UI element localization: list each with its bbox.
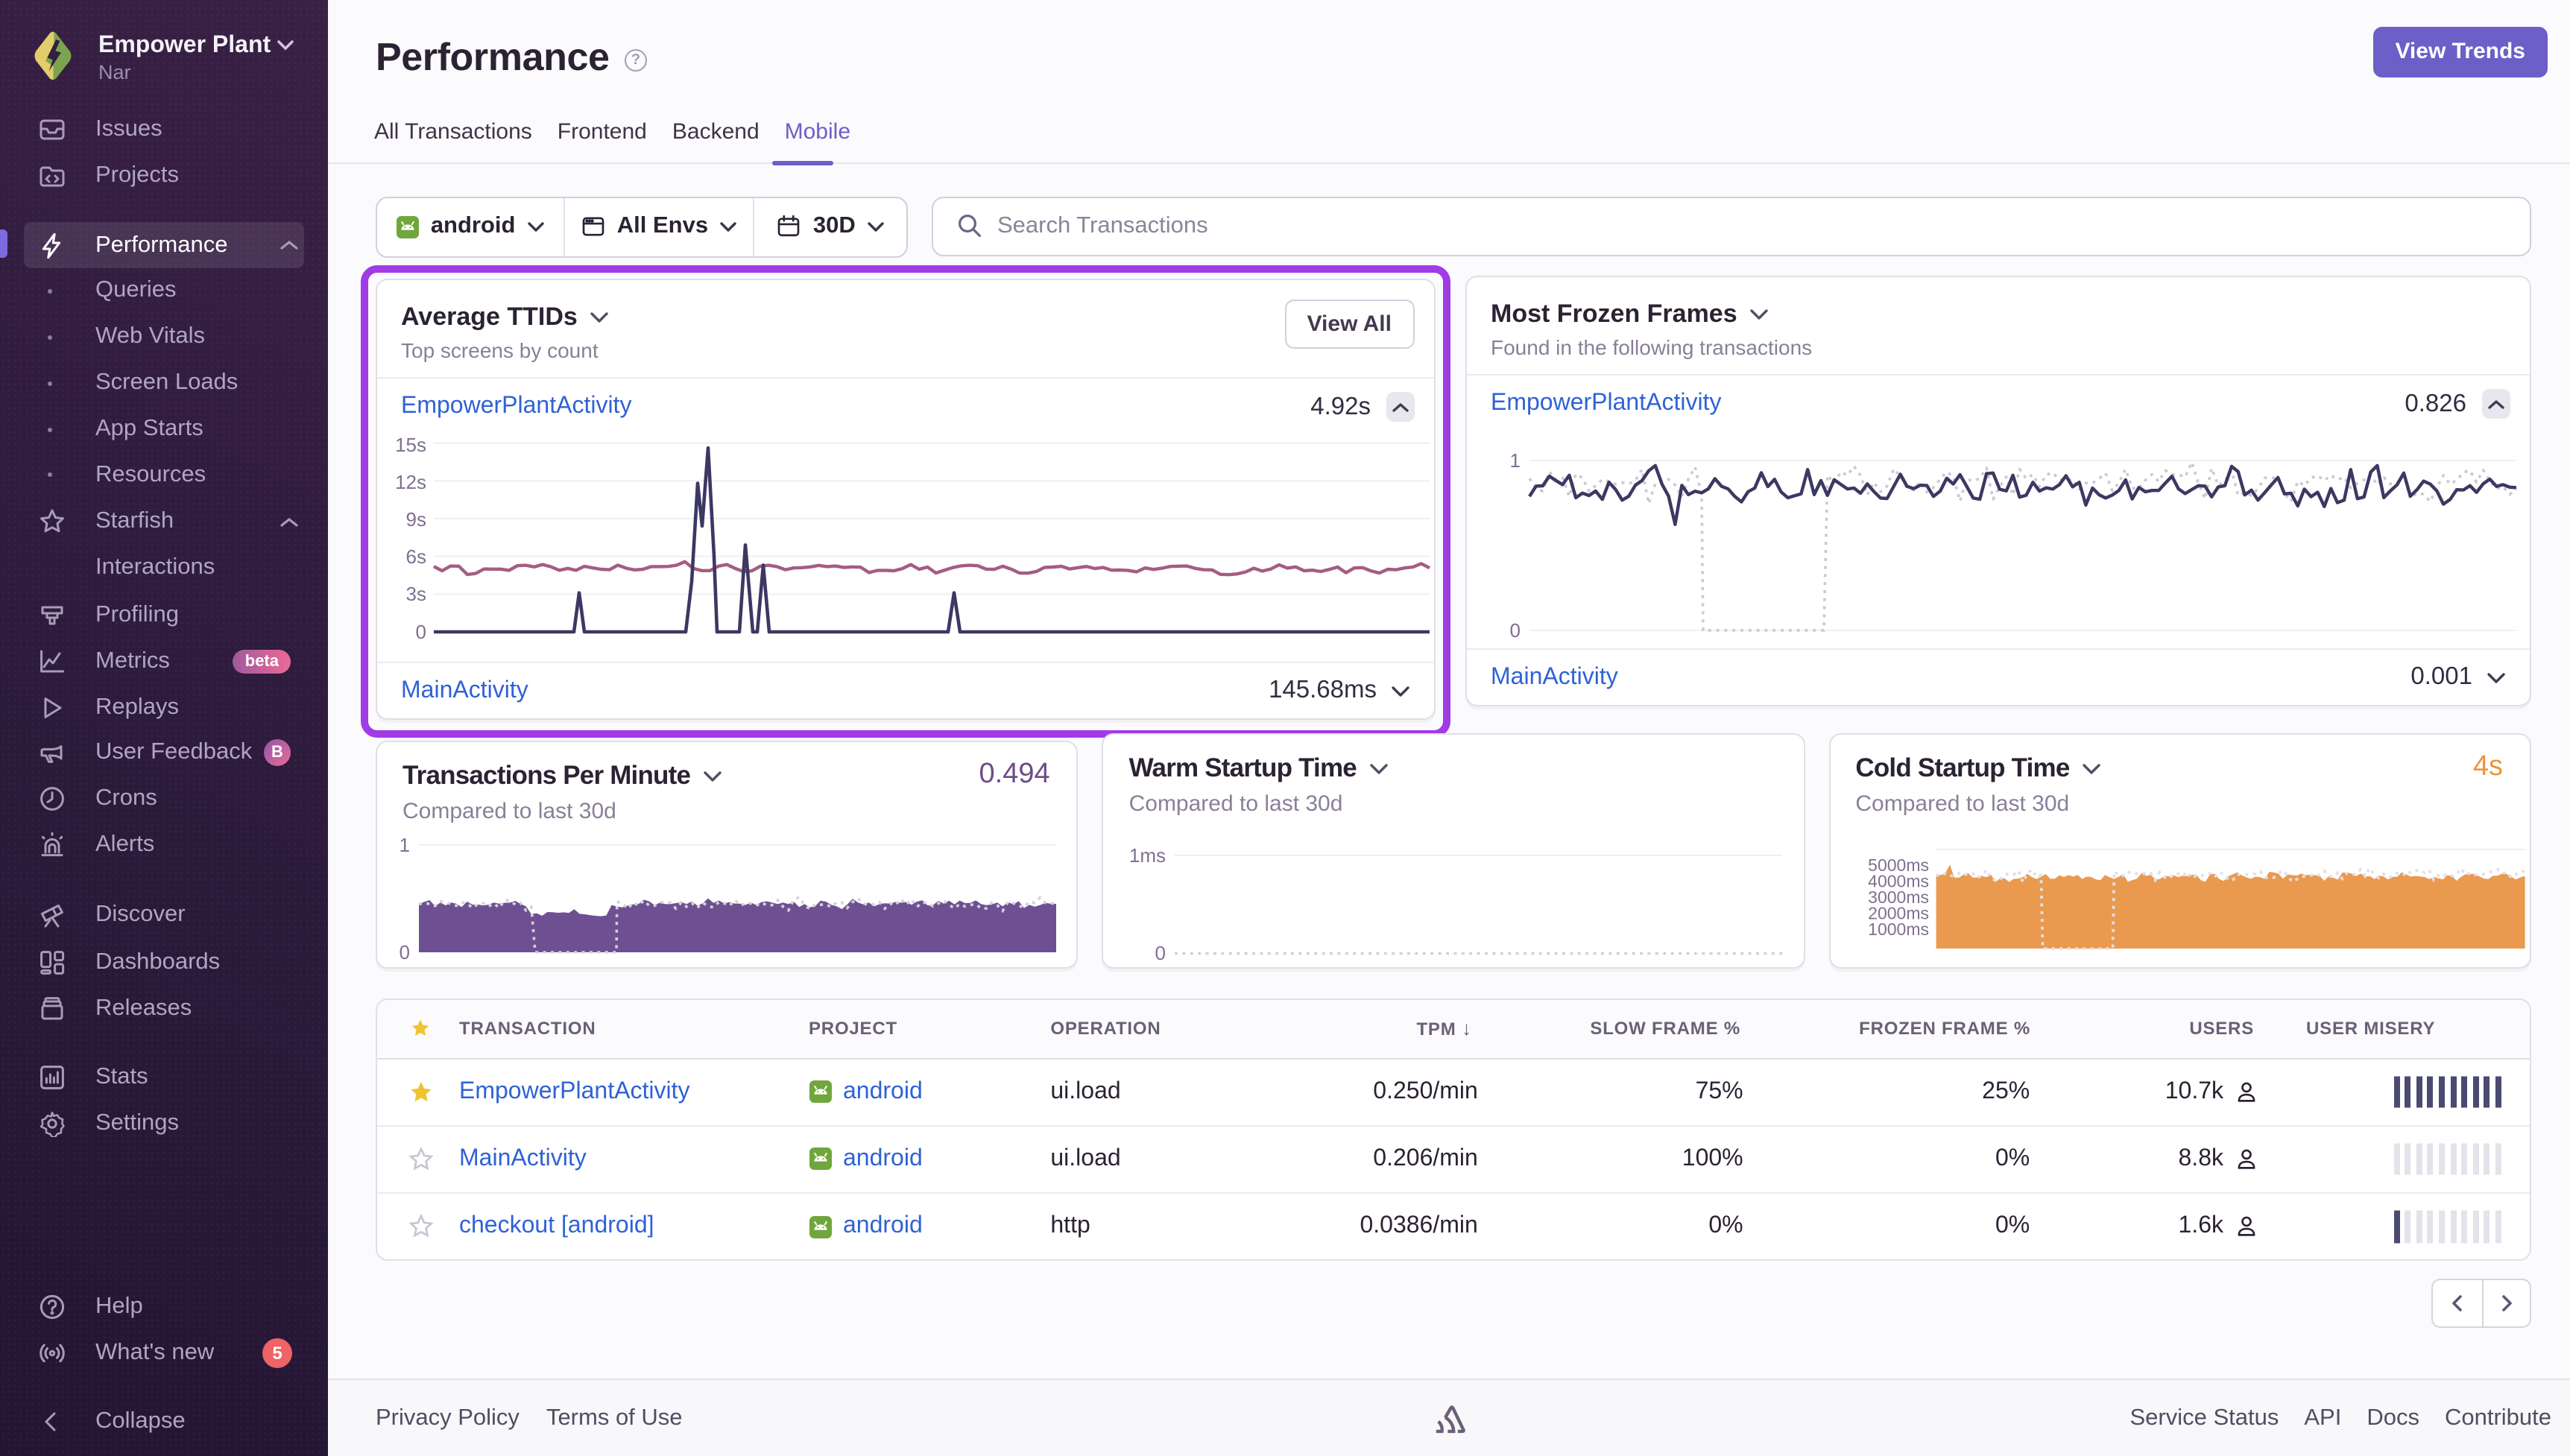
svg-text:0: 0 — [1510, 619, 1521, 642]
svg-text:9s: 9s — [406, 508, 426, 531]
svg-text:0: 0 — [1155, 941, 1166, 963]
svg-text:1ms: 1ms — [1129, 843, 1166, 866]
svg-text:0: 0 — [400, 940, 410, 963]
svg-text:1: 1 — [1510, 449, 1521, 472]
svg-text:1: 1 — [400, 833, 410, 855]
svg-text:12s: 12s — [395, 471, 426, 493]
svg-text:0: 0 — [416, 621, 426, 643]
svg-text:1000ms: 1000ms — [1868, 919, 1929, 938]
svg-text:3s: 3s — [406, 583, 426, 605]
svg-text:6s: 6s — [406, 545, 426, 568]
svg-text:15s: 15s — [395, 435, 426, 456]
